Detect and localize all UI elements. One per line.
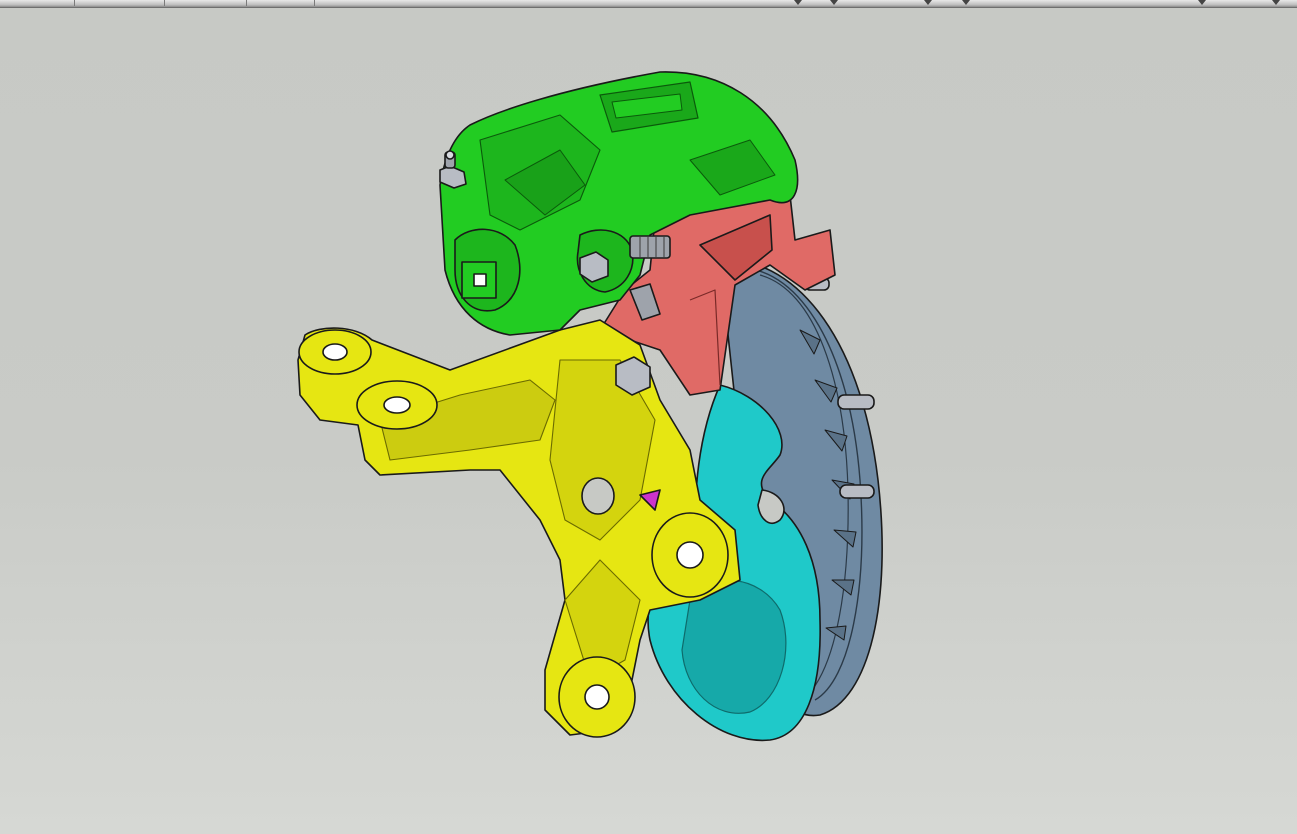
3d-viewport[interactable] <box>0 0 1297 834</box>
brake-assembly-model[interactable] <box>0 0 1297 834</box>
